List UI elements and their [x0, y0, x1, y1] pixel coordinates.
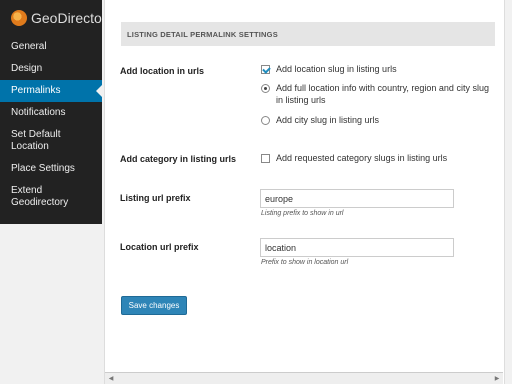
scroll-right-icon[interactable]: ▶ [491, 373, 503, 384]
sidebar-item-label: Design [11, 63, 43, 74]
city-slug-radio[interactable] [261, 116, 270, 125]
sidebar-item-label: Permalinks [11, 85, 61, 96]
full-location-radio-label: Add full location info with country, reg… [276, 83, 489, 105]
sidebar-item-place-settings[interactable]: Place Settings [0, 158, 102, 180]
full-location-radio-option[interactable]: Add full location info with country, reg… [261, 82, 491, 106]
sidebar-item-label: General [11, 41, 47, 52]
horizontal-scrollbar[interactable]: ◀ ▶ [105, 372, 503, 384]
add-category-label: Add category in listing urls [120, 154, 237, 164]
add-category-slug-label: Add requested category slugs in listing … [276, 153, 448, 163]
listing-prefix-input[interactable] [260, 189, 454, 208]
sidebar-item-permalinks[interactable]: Permalinks [0, 80, 102, 102]
location-prefix-label: Location url prefix [120, 242, 199, 252]
add-location-slug-option[interactable]: Add location slug in listing urls [261, 63, 491, 75]
listing-prefix-label: Listing url prefix [120, 193, 191, 203]
add-location-slug-checkbox[interactable] [261, 65, 270, 74]
add-category-slug-checkbox[interactable] [261, 154, 270, 163]
sidebar-item-set-default-location[interactable]: Set Default Location [0, 124, 102, 158]
save-changes-button[interactable]: Save changes [121, 296, 187, 315]
brand[interactable]: GeoDirectory [0, 0, 102, 36]
city-slug-radio-label: Add city slug in listing urls [276, 115, 380, 125]
settings-panel: LISTING DETAIL PERMALINK SETTINGS Add lo… [104, 0, 504, 384]
sidebar-item-extend-geodirectory[interactable]: Extend Geodirectory [0, 180, 102, 214]
sidebar-item-label: Set Default Location [11, 129, 61, 152]
city-slug-radio-option[interactable]: Add city slug in listing urls [261, 114, 491, 126]
sidebar-item-design[interactable]: Design [0, 58, 102, 80]
geodirectory-logo-icon [11, 10, 27, 26]
sidebar-item-label: Place Settings [11, 163, 75, 174]
brand-name: GeoDirectory [31, 10, 102, 26]
sidebar-item-general[interactable]: General [0, 36, 102, 58]
section-title: LISTING DETAIL PERMALINK SETTINGS [121, 22, 495, 46]
full-location-radio[interactable] [261, 84, 270, 93]
vertical-scrollbar[interactable] [504, 0, 512, 384]
location-prefix-hint: Prefix to show in location url [261, 259, 349, 266]
add-location-slug-label: Add location slug in listing urls [276, 64, 397, 74]
listing-prefix-hint: Listing prefix to show in url [261, 210, 344, 217]
sidebar-item-label: Notifications [11, 107, 66, 118]
location-prefix-input[interactable] [260, 238, 454, 257]
add-location-label: Add location in urls [120, 66, 205, 76]
add-category-slug-option[interactable]: Add requested category slugs in listing … [261, 152, 496, 164]
sidebar-item-notifications[interactable]: Notifications [0, 102, 102, 124]
sidebar-item-label: Extend Geodirectory [11, 185, 69, 208]
scroll-left-icon[interactable]: ◀ [105, 373, 117, 384]
admin-sidebar: GeoDirectory General Design Permalinks N… [0, 0, 102, 224]
